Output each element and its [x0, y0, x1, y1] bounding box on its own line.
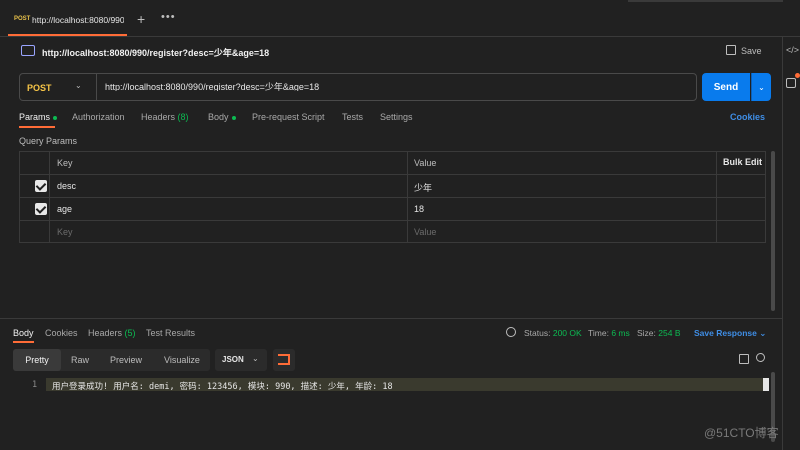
line-number: 1 [32, 380, 38, 390]
param-checkbox[interactable] [35, 180, 47, 192]
chevron-down-icon[interactable]: ⌄ [252, 354, 259, 363]
pane-divider[interactable] [0, 318, 782, 319]
method-label[interactable]: POST [27, 83, 52, 93]
active-tab-underline [13, 341, 34, 343]
param-value[interactable]: 少年 [414, 181, 432, 194]
wrap-lines-icon [278, 354, 290, 365]
tab-tests[interactable]: Tests [342, 112, 363, 122]
tab-prerequest-script[interactable]: Pre-request Script [252, 112, 325, 122]
tab-headers[interactable]: Headers (8) [141, 112, 189, 122]
query-params-label: Query Params [19, 136, 78, 146]
active-tab-underline [19, 126, 55, 128]
chevron-down-icon[interactable]: ⌄ [75, 81, 82, 90]
text-caret [763, 378, 769, 391]
time-value: 6 ms [611, 328, 630, 338]
new-tab-plus-icon[interactable]: + [137, 11, 145, 27]
more-tabs-dots-icon[interactable]: ••• [161, 11, 176, 23]
view-pretty-button[interactable]: Pretty [13, 349, 61, 371]
tab-body[interactable]: Body [208, 112, 236, 122]
table-col-divider [49, 151, 50, 243]
column-header-key: Key [57, 158, 73, 168]
params-active-dot-icon [53, 115, 58, 120]
param-key[interactable]: age [57, 204, 72, 214]
headers-count: (8) [177, 112, 189, 122]
table-col-divider [716, 151, 717, 243]
right-rail [782, 37, 800, 450]
tab-settings[interactable]: Settings [380, 112, 413, 122]
view-visualize-button[interactable]: Visualize [164, 355, 200, 365]
tab-headers-label: Headers [141, 112, 176, 122]
response-tab-body[interactable]: Body [13, 328, 34, 338]
save-response-button[interactable]: Save Response ⌄ [694, 328, 766, 339]
tab-bar-right-divider [628, 0, 783, 2]
response-headers-count: (5) [124, 328, 136, 338]
tab-title: http://localhost:8080/990 [32, 15, 124, 25]
param-checkbox[interactable] [35, 203, 47, 215]
status-value: 200 OK [552, 328, 582, 338]
column-header-value: Value [414, 158, 437, 168]
table-row-divider [19, 220, 766, 221]
info-panel-icon[interactable] [786, 78, 796, 88]
view-preview-button[interactable]: Preview [110, 355, 142, 365]
notification-dot-icon [795, 73, 800, 78]
copy-icon[interactable] [739, 354, 749, 364]
tab-params-label: Params [19, 112, 51, 122]
status-label: Status: [524, 328, 551, 338]
time-label: Time: [588, 328, 609, 338]
param-value[interactable]: 18 [414, 204, 424, 214]
watermark: @51CTO博客 [704, 426, 779, 440]
response-tab-test-results[interactable]: Test Results [146, 328, 195, 338]
time-info[interactable]: Time: 6 ms [588, 328, 630, 338]
send-options-chevron-icon[interactable]: ⌄ [751, 73, 771, 101]
save-icon[interactable] [726, 45, 736, 55]
table-row-divider [19, 174, 766, 175]
send-button[interactable]: Send [702, 73, 750, 101]
response-body-text[interactable]: 用户登录成功! 用户名: demi, 密码: 123456, 模块: 990, … [52, 380, 393, 392]
format-label[interactable]: JSON [222, 355, 244, 364]
table-col-divider [407, 151, 408, 243]
status-info[interactable]: Status: 200 OK [524, 328, 582, 338]
cookies-link[interactable]: Cookies [730, 112, 765, 122]
size-info[interactable]: Size: 254 B [637, 328, 681, 338]
body-active-dot-icon [231, 115, 236, 120]
response-tab-cookies[interactable]: Cookies [45, 328, 78, 338]
new-param-value-placeholder[interactable]: Value [414, 227, 436, 237]
response-tab-headers[interactable]: Headers (5) [88, 328, 136, 338]
request-scrollbar[interactable] [771, 151, 775, 311]
globe-icon[interactable] [506, 327, 516, 337]
search-icon[interactable] [756, 353, 765, 362]
save-response-label: Save Response [694, 328, 757, 338]
tab-authorization[interactable]: Authorization [72, 112, 125, 122]
response-headers-label: Headers [88, 328, 123, 338]
tab-body-label: Body [208, 112, 229, 122]
chevron-down-icon: ⌄ [759, 328, 767, 338]
view-raw-button[interactable]: Raw [71, 355, 89, 365]
code-snippet-icon[interactable]: </> [786, 45, 799, 55]
param-key[interactable]: desc [57, 181, 76, 191]
table-row-divider [19, 197, 766, 198]
tab-params[interactable]: Params [19, 112, 58, 122]
tab-method-label: POST [14, 16, 31, 22]
http-request-icon [21, 45, 35, 56]
size-value: 254 B [658, 328, 681, 338]
request-tab[interactable]: POST http://localhost:8080/990 [8, 6, 127, 36]
request-title[interactable]: http://localhost:8080/990/register?desc=… [42, 46, 269, 59]
save-button[interactable]: Save [741, 46, 762, 56]
size-label: Size: [637, 328, 656, 338]
url-input[interactable] [105, 81, 685, 91]
bulk-edit-button[interactable]: Bulk Edit [723, 157, 762, 167]
new-param-key-placeholder[interactable]: Key [57, 227, 73, 237]
